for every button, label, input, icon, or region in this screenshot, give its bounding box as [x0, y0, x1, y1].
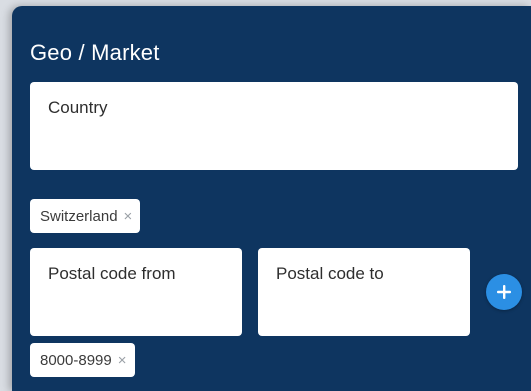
- remove-postal-tag-icon[interactable]: ×: [118, 352, 127, 369]
- geo-market-panel: Geo / Market Country Switzerland × Posta…: [12, 6, 531, 391]
- country-field[interactable]: Country: [30, 82, 518, 170]
- postal-code-to-label: Postal code to: [276, 264, 384, 283]
- add-postal-range-button[interactable]: [486, 274, 522, 310]
- postal-code-to-field[interactable]: Postal code to: [258, 248, 470, 336]
- postal-range-tag-label: 8000-8999: [40, 351, 112, 369]
- panel-title: Geo / Market: [30, 40, 160, 65]
- country-tag: Switzerland ×: [30, 199, 141, 233]
- plus-icon: [497, 285, 511, 299]
- remove-country-tag-icon[interactable]: ×: [124, 208, 133, 225]
- postal-range-tag: 8000-8999 ×: [30, 343, 135, 377]
- country-tag-label: Switzerland: [40, 207, 118, 225]
- postal-code-from-label: Postal code from: [48, 264, 176, 283]
- postal-code-from-field[interactable]: Postal code from: [30, 248, 242, 336]
- country-field-label: Country: [48, 98, 108, 117]
